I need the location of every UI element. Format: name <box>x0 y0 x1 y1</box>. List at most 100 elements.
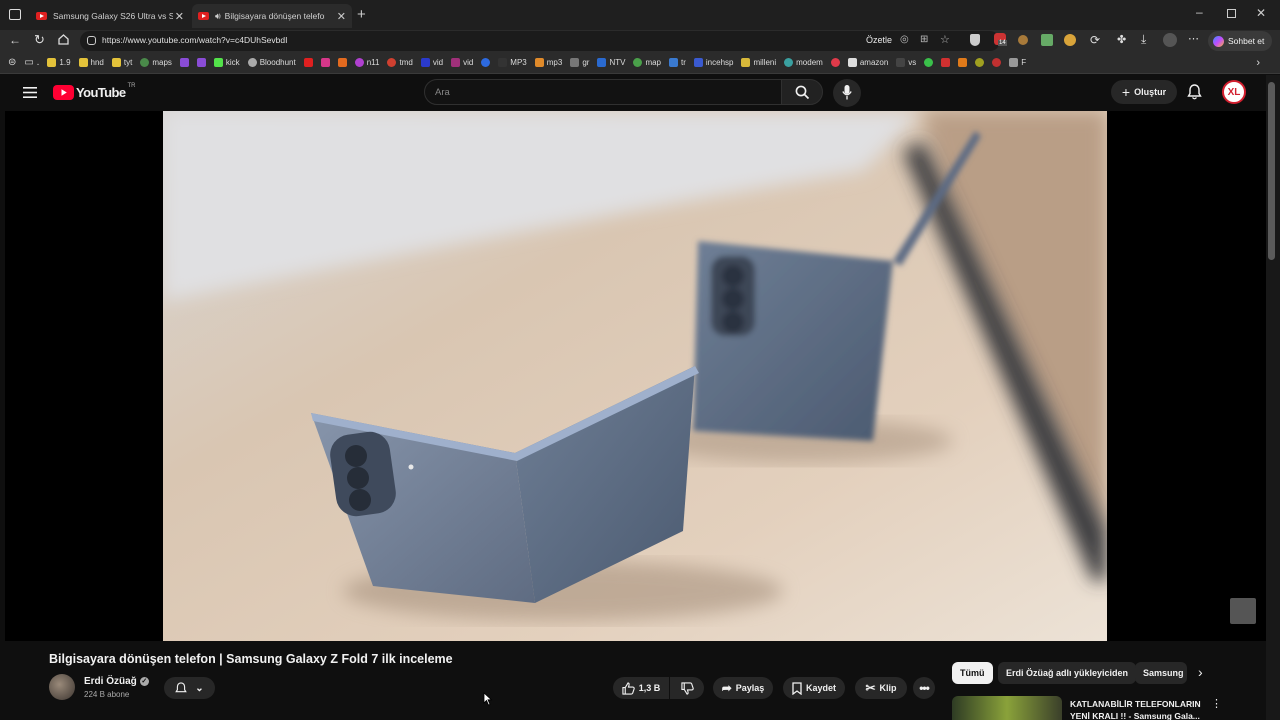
bookmark-item[interactable]: MP3 <box>498 58 527 67</box>
speaker-icon[interactable]: 🔊︎ <box>215 11 221 22</box>
minimize-icon[interactable]: – <box>1196 5 1203 19</box>
bookmark-item[interactable]: vid <box>451 58 473 67</box>
bookmark-item[interactable] <box>320 58 330 67</box>
copilot-label: Sohbet et <box>1228 36 1265 46</box>
read-aloud-icon[interactable]: ◎ <box>900 34 909 45</box>
bookmark-item[interactable]: tmd <box>387 58 413 67</box>
bookmark-item[interactable]: milleni <box>741 58 776 67</box>
summarize-button[interactable]: Özetle <box>866 35 892 45</box>
bookmark-item[interactable] <box>303 58 313 67</box>
bookmark-item[interactable] <box>924 58 934 67</box>
channel-watermark[interactable] <box>1230 598 1256 624</box>
bookmark-item[interactable] <box>941 58 951 67</box>
extension-icon[interactable] <box>1018 35 1028 45</box>
search-button[interactable] <box>781 79 823 105</box>
url-field[interactable]: https://www.youtube.com/watch?v=c4DUhSev… <box>80 31 1000 51</box>
share-label: Paylaş <box>735 683 765 693</box>
bookmark-item[interactable] <box>179 58 189 67</box>
more-bookmarks-icon[interactable]: › <box>1256 57 1260 69</box>
new-tab-icon[interactable]: + <box>357 6 366 23</box>
maximize-icon[interactable] <box>1227 9 1236 18</box>
bookmark-item[interactable]: hnd <box>78 58 104 67</box>
menu-hamburger-icon[interactable] <box>23 87 37 98</box>
bookmark-item[interactable] <box>975 58 985 67</box>
channel-name-row[interactable]: Erdi Özüağ ✓ <box>84 676 149 687</box>
extension-icon[interactable] <box>1064 34 1076 46</box>
bookmark-item[interactable] <box>481 58 491 67</box>
bookmark-item[interactable] <box>830 58 840 67</box>
account-avatar[interactable]: XL <box>1222 80 1246 104</box>
bookmarks-folder-icon[interactable]: ▭ . <box>24 57 39 68</box>
youtube-logo[interactable]: YouTube TR <box>53 83 135 100</box>
bookmark-item[interactable]: n11 <box>354 58 379 67</box>
close-tab-icon[interactable]: ✕ <box>175 10 184 23</box>
bookmark-item[interactable]: incehsp <box>693 58 733 67</box>
bookmark-item[interactable]: NTV <box>597 58 625 67</box>
video-frame[interactable] <box>163 111 1107 641</box>
bookmark-item[interactable] <box>337 58 347 67</box>
url-text[interactable]: https://www.youtube.com/watch?v=c4DUhSev… <box>102 35 287 45</box>
thumbs-down-icon <box>680 681 694 695</box>
extension-icon[interactable] <box>1041 34 1053 46</box>
home-icon[interactable] <box>57 33 70 46</box>
bookmark-item[interactable]: kick <box>213 58 240 67</box>
more-vertical-icon[interactable]: ⋮ <box>1211 697 1222 710</box>
create-button[interactable]: + Oluştur <box>1111 80 1177 104</box>
bookmark-item[interactable]: amazon <box>847 58 888 67</box>
chip-samsung[interactable]: Samsung <box>1135 662 1187 684</box>
bookmark-item[interactable] <box>958 58 968 67</box>
back-icon[interactable]: ← <box>9 33 21 47</box>
recommended-video-thumbnail[interactable] <box>952 696 1062 720</box>
favorite-star-icon[interactable]: ☆ <box>940 33 950 46</box>
bookmark-item[interactable]: Bloodhunt <box>247 58 296 67</box>
bookmark-item[interactable]: map <box>633 58 661 67</box>
bookmark-item[interactable]: maps <box>140 58 172 67</box>
tab-actions-icon[interactable] <box>9 9 21 20</box>
more-actions-button[interactable]: ••• <box>913 677 935 699</box>
channel-avatar[interactable] <box>49 674 75 700</box>
shield-icon[interactable] <box>970 34 980 46</box>
tab-bilgisayara[interactable]: 🔊︎ Bilgisayara dönüşen telefon ✕ <box>192 4 352 28</box>
bookmarks-menu-icon[interactable]: ⊜ <box>8 57 16 68</box>
scrollbar-thumb[interactable] <box>1268 82 1275 260</box>
bookmark-item[interactable]: tr <box>669 58 686 67</box>
like-button[interactable]: 1,3 B <box>613 677 669 699</box>
dislike-button[interactable] <box>670 677 704 699</box>
more-options-icon[interactable]: ⋯ <box>1188 32 1199 45</box>
extensions-puzzle-icon[interactable]: ✤ <box>1117 33 1126 46</box>
profile-icon[interactable] <box>1163 33 1177 47</box>
bookmark-item[interactable]: mp3 <box>534 58 562 67</box>
search-input[interactable]: Ara <box>424 79 782 105</box>
avatar-initials: XL <box>1227 86 1241 98</box>
close-window-icon[interactable]: ✕ <box>1256 6 1266 20</box>
clip-label: Klip <box>879 683 897 693</box>
voice-search-button[interactable] <box>833 79 861 107</box>
bookmark-item[interactable]: modem <box>784 58 823 67</box>
sync-icon[interactable]: ⟳ <box>1090 33 1100 47</box>
bookmark-item[interactable]: tyt <box>111 58 132 67</box>
save-button[interactable]: Kaydet <box>783 677 845 699</box>
bookmark-item[interactable]: vs <box>896 58 916 67</box>
chevron-right-icon[interactable]: › <box>1198 664 1203 680</box>
notifications-bell-icon[interactable] <box>1187 84 1202 100</box>
site-info-icon[interactable] <box>87 36 96 45</box>
bookmark-item[interactable]: F <box>1009 58 1026 67</box>
bookmark-item[interactable]: gr <box>570 58 589 67</box>
close-tab-icon[interactable]: ✕ <box>337 10 346 23</box>
bookmark-item[interactable]: 1.9 <box>47 58 71 67</box>
reload-icon[interactable]: ↻ <box>34 32 45 48</box>
bookmark-item[interactable]: vid <box>420 58 443 67</box>
bookmark-item[interactable] <box>196 58 206 67</box>
subscription-bell-button[interactable]: ⌄ <box>164 677 215 699</box>
copilot-button[interactable]: Sohbet et <box>1208 31 1272 51</box>
clip-button[interactable]: ✂ Klip <box>855 677 907 699</box>
app-available-icon[interactable]: ⊞ <box>920 34 928 45</box>
download-icon[interactable]: ⤓ <box>1141 32 1146 47</box>
chip-from-uploader[interactable]: Erdi Özüağ adlı yükleyiciden <box>998 662 1137 684</box>
tab-samsung-s26[interactable]: Samsung Galaxy S26 Ultra vs S25 ✕ <box>30 4 190 28</box>
recommended-video-title[interactable]: KATLANABİLİR TELEFONLARIN YENİ KRALI !! … <box>1070 698 1210 720</box>
chip-all[interactable]: Tümü <box>952 662 993 684</box>
share-button[interactable]: ➦ Paylaş <box>713 677 773 699</box>
channel-name[interactable]: Erdi Özüağ <box>84 676 137 687</box>
bookmark-item[interactable] <box>992 58 1002 67</box>
